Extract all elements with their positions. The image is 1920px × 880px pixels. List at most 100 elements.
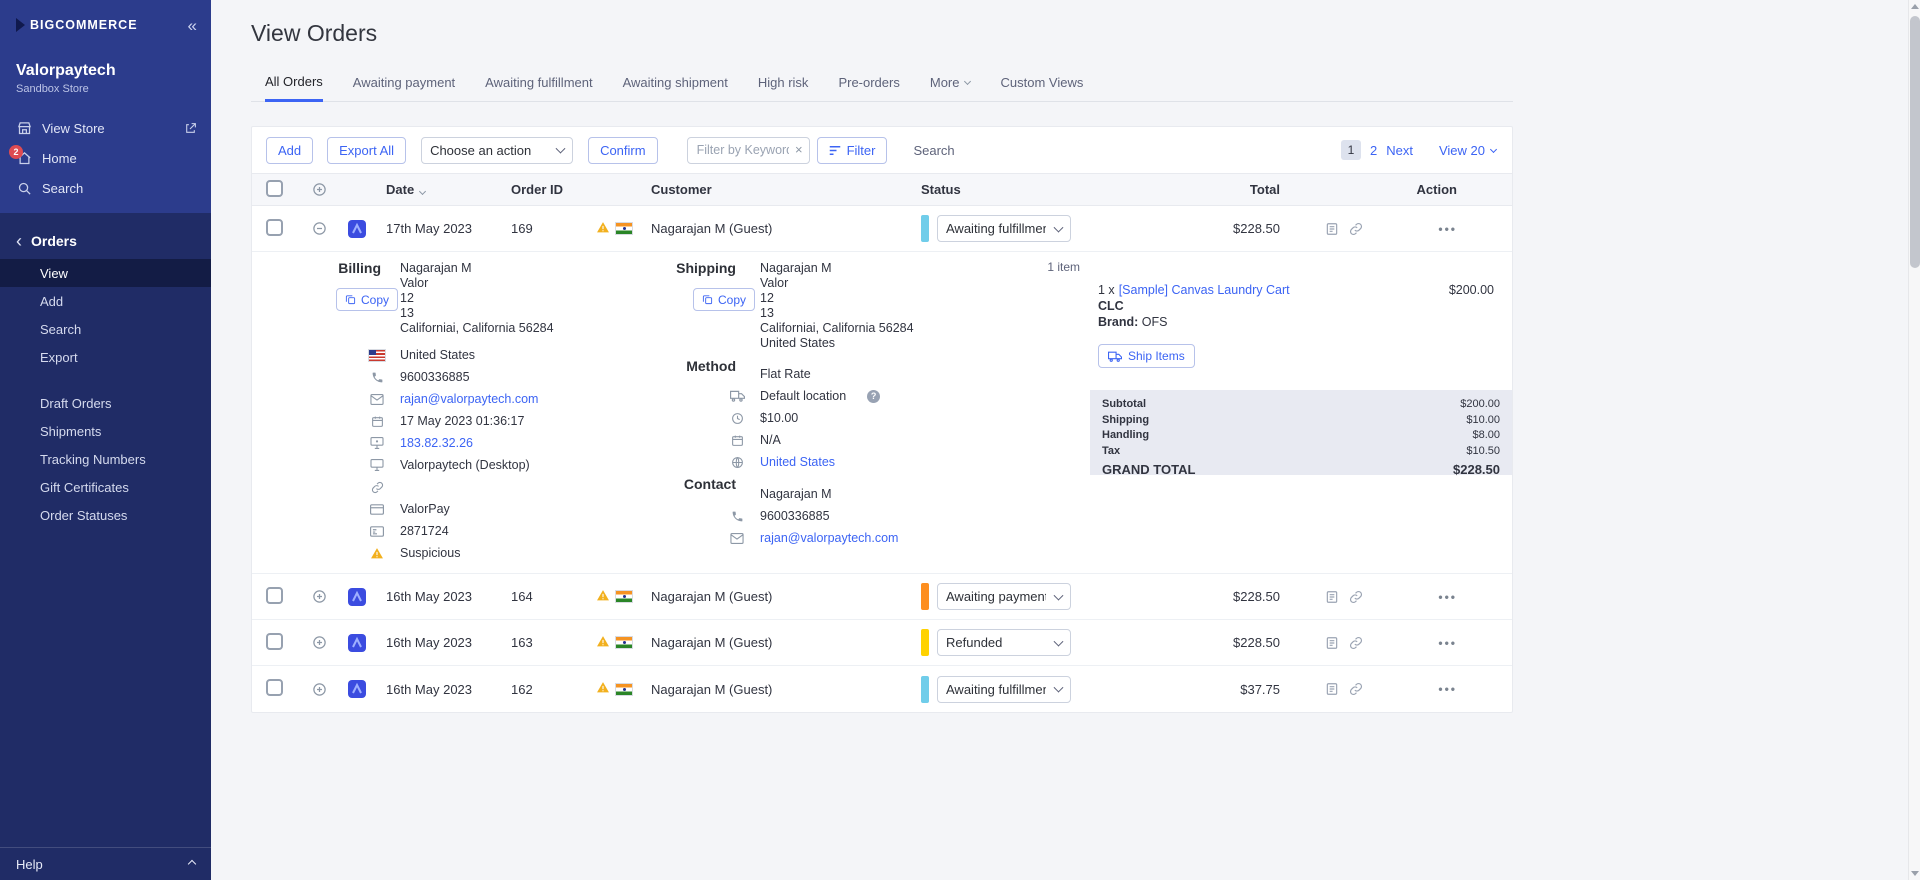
risk-warning-icon bbox=[369, 547, 385, 560]
tab-more[interactable]: More bbox=[929, 74, 972, 101]
bulk-action-select-wrap: Choose an action bbox=[421, 136, 574, 164]
invoice-icon[interactable] bbox=[1325, 636, 1339, 650]
sidebar-item-tracking-numbers[interactable]: Tracking Numbers bbox=[0, 445, 211, 473]
sidebar-item-orders-add[interactable]: Add bbox=[0, 287, 211, 315]
confirm-button[interactable]: Confirm bbox=[588, 136, 658, 164]
gift-certificates-label: Gift Certificates bbox=[40, 479, 129, 495]
sidebar-item-order-statuses[interactable]: Order Statuses bbox=[0, 501, 211, 529]
handling-label: Handling bbox=[1102, 429, 1150, 441]
sidebar-item-home[interactable]: 2 Home bbox=[0, 143, 211, 173]
order-status-select[interactable]: Awaiting fulfillment bbox=[937, 675, 1071, 703]
help-icon[interactable]: ? bbox=[867, 389, 881, 403]
row-actions-menu[interactable]: ••• bbox=[1438, 222, 1457, 236]
sidebar-item-orders-search[interactable]: Search bbox=[0, 315, 211, 343]
tab-pre-orders-label: Pre-orders bbox=[838, 75, 900, 90]
page-next-button[interactable]: Next bbox=[1386, 143, 1413, 158]
tab-awaiting-shipment[interactable]: Awaiting shipment bbox=[623, 74, 728, 101]
row-actions-menu[interactable]: ••• bbox=[1438, 636, 1457, 650]
tab-all-orders[interactable]: All Orders bbox=[265, 74, 323, 102]
page-2-button[interactable]: 2 bbox=[1370, 143, 1377, 158]
sidebar-item-shipments[interactable]: Shipments bbox=[0, 417, 211, 445]
header-status[interactable]: Status bbox=[921, 182, 1081, 197]
sidebar-orders-header[interactable]: ‹ Orders bbox=[0, 223, 211, 259]
order-totals: Subtotal $200.00 Shipping $10.00 Handling $… bbox=[1090, 390, 1512, 477]
row-actions-menu[interactable]: ••• bbox=[1438, 590, 1457, 604]
channel-icon bbox=[348, 587, 386, 606]
tab-pre-orders[interactable]: Pre-orders bbox=[838, 74, 899, 101]
shipping-label: Shipping bbox=[676, 260, 736, 276]
sidebar-item-orders-view[interactable]: View bbox=[0, 259, 211, 287]
expand-row-icon[interactable] bbox=[312, 682, 348, 697]
sidebar-item-orders-export[interactable]: Export bbox=[0, 343, 211, 371]
page-1-button[interactable]: 1 bbox=[1341, 140, 1362, 160]
help-bar[interactable]: Help bbox=[0, 847, 211, 880]
header-total[interactable]: Total bbox=[1081, 182, 1280, 197]
keyword-filter-input[interactable] bbox=[686, 136, 810, 164]
sidebar-item-view-store[interactable]: View Store bbox=[0, 113, 211, 143]
shipping-zone-link[interactable]: United States bbox=[760, 455, 835, 469]
status-color-bar bbox=[921, 215, 929, 242]
ship-items-button[interactable]: Ship Items bbox=[1098, 344, 1195, 368]
order-status-select[interactable]: Awaiting fulfillment bbox=[937, 215, 1071, 242]
contact-email-link[interactable]: rajan@valorpaytech.com bbox=[760, 531, 898, 545]
advanced-search-link[interactable]: Search bbox=[913, 143, 954, 158]
link-icon[interactable] bbox=[1349, 636, 1363, 650]
row-checkbox[interactable] bbox=[266, 586, 283, 604]
tab-custom-views[interactable]: Custom Views bbox=[1000, 74, 1083, 101]
home-badge: 2 bbox=[9, 144, 23, 159]
add-button[interactable]: Add bbox=[266, 136, 314, 164]
clear-filter-icon[interactable]: × bbox=[795, 142, 803, 159]
tab-high-risk[interactable]: High risk bbox=[758, 74, 809, 101]
risk-warning-icon bbox=[596, 221, 610, 237]
sidebar-collapse-icon[interactable]: « bbox=[188, 17, 197, 34]
sidebar-item-draft-orders[interactable]: Draft Orders bbox=[0, 389, 211, 417]
status-color-bar bbox=[921, 675, 929, 703]
invoice-icon[interactable] bbox=[1325, 590, 1339, 604]
collapse-row-icon[interactable] bbox=[312, 221, 348, 236]
handling-value: $8.00 bbox=[1472, 429, 1500, 441]
order-status-select[interactable]: Refunded bbox=[937, 629, 1071, 656]
expand-row-icon[interactable] bbox=[312, 589, 348, 604]
tab-awaiting-payment[interactable]: Awaiting payment bbox=[353, 74, 455, 101]
sidebar-item-search[interactable]: Search bbox=[0, 173, 211, 203]
order-status-select[interactable]: Awaiting payment bbox=[937, 583, 1071, 610]
invoice-icon[interactable] bbox=[1325, 222, 1339, 236]
order-row-163: 16th May 2023 163 Nagarajan M (Guest) Re… bbox=[252, 620, 1512, 666]
expand-row-icon[interactable] bbox=[312, 635, 348, 650]
grand-total-value: $228.50 bbox=[1453, 462, 1500, 477]
row-actions-menu[interactable]: ••• bbox=[1438, 682, 1457, 696]
billing-email-link[interactable]: rajan@valorpaytech.com bbox=[400, 392, 538, 406]
header-order-id[interactable]: Order ID bbox=[511, 182, 596, 197]
home-icon: 2 bbox=[9, 144, 32, 166]
scrollbar-thumb[interactable] bbox=[1910, 16, 1920, 268]
risk-warning-icon bbox=[596, 589, 610, 605]
view-per-page-select[interactable]: View 20 bbox=[1439, 143, 1498, 158]
select-all-checkbox[interactable] bbox=[266, 179, 283, 197]
link-icon[interactable] bbox=[1349, 590, 1363, 604]
tab-awaiting-fulfillment[interactable]: Awaiting fulfillment bbox=[485, 74, 592, 101]
page-scrollbar[interactable] bbox=[1908, 0, 1920, 880]
invoice-icon[interactable] bbox=[1325, 682, 1339, 696]
tab-more-label: More bbox=[929, 75, 960, 90]
scroll-up-arrow[interactable] bbox=[1911, 4, 1919, 9]
header-date[interactable]: Date bbox=[386, 182, 511, 197]
tab-high-risk-label: High risk bbox=[757, 75, 809, 90]
product-name-link[interactable]: [Sample] Canvas Laundry Cart bbox=[1119, 282, 1290, 298]
ip-address-link[interactable]: 183.82.32.26 bbox=[400, 436, 473, 450]
row-checkbox[interactable] bbox=[266, 632, 283, 650]
link-icon[interactable] bbox=[1349, 222, 1363, 236]
sidebar: BIGCOMMERCE « Valorpaytech Sandbox Store… bbox=[0, 0, 211, 880]
expand-all-icon[interactable] bbox=[312, 182, 348, 197]
export-all-button[interactable]: Export All bbox=[327, 136, 407, 164]
filter-button[interactable]: Filter bbox=[816, 136, 888, 164]
order-id: 163 bbox=[511, 635, 533, 650]
view-store-label: View Store bbox=[42, 120, 105, 136]
bulk-action-select[interactable]: Choose an action bbox=[421, 136, 574, 164]
link-icon[interactable] bbox=[1349, 682, 1363, 696]
sidebar-item-gift-certificates[interactable]: Gift Certificates bbox=[0, 473, 211, 501]
order-row-162: 16th May 2023 162 Nagarajan M (Guest) Aw… bbox=[252, 666, 1512, 712]
scroll-down-arrow[interactable] bbox=[1911, 871, 1919, 876]
header-customer[interactable]: Customer bbox=[651, 182, 921, 197]
row-checkbox[interactable] bbox=[266, 679, 283, 696]
row-checkbox[interactable] bbox=[266, 218, 283, 236]
